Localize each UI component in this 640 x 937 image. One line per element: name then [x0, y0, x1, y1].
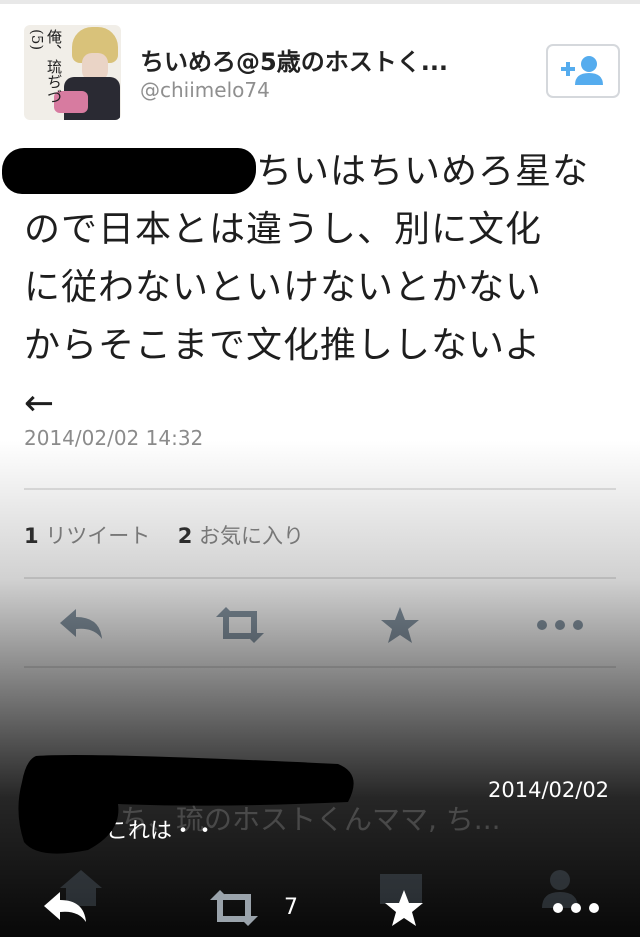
add-user-icon — [561, 56, 603, 85]
more-dots-icon[interactable] — [550, 888, 604, 928]
favorite-star-icon[interactable] — [380, 605, 420, 645]
more-dots-icon[interactable] — [534, 605, 588, 645]
reply-icon[interactable] — [56, 605, 106, 645]
retweet-count[interactable]: 1 — [24, 524, 39, 548]
tweet-line-4: からそこまで文化推ししないよ — [24, 325, 542, 366]
top-divider — [0, 0, 640, 4]
tweet-timestamp: 2014/02/02 14:32 — [24, 426, 204, 450]
quoted-date: 2014/02/02 — [488, 778, 610, 802]
avatar[interactable]: 俺、琉ぢづ(5) — [24, 25, 121, 120]
favorite-label[interactable]: お気に入り — [199, 524, 304, 548]
bottom-retweet-count: 7 — [284, 895, 298, 920]
avatar-caption: 俺、琉ぢづ(5) — [28, 29, 63, 104]
tweet-stats: 1 リツイート 2 お気に入り — [24, 520, 304, 550]
quoted-text: これは・・ — [106, 819, 217, 844]
user-handle[interactable]: @chiimelo74 — [140, 78, 270, 102]
favorite-count[interactable]: 2 — [178, 524, 193, 548]
tweet-line-5: ← — [24, 383, 56, 424]
follow-button[interactable] — [546, 44, 620, 98]
tweet-line-3: に従わないといけないとかない — [24, 267, 543, 308]
retweet-icon[interactable] — [206, 888, 262, 928]
stats-bottom-divider — [24, 577, 616, 579]
retweet-icon[interactable] — [212, 605, 268, 645]
favorite-star-icon[interactable] — [384, 888, 424, 928]
reply-icon[interactable] — [40, 888, 90, 928]
quoted-avatar — [70, 794, 104, 834]
actions-bottom-divider — [24, 666, 616, 668]
stats-top-divider — [24, 488, 616, 490]
redaction-mark — [2, 148, 256, 194]
retweet-label[interactable]: リツイート — [45, 524, 150, 548]
display-name[interactable]: ちいめろ@5歳のホストく... — [140, 42, 448, 77]
tweet-line-2: ので日本とは違うし、別に文化 — [24, 209, 543, 250]
